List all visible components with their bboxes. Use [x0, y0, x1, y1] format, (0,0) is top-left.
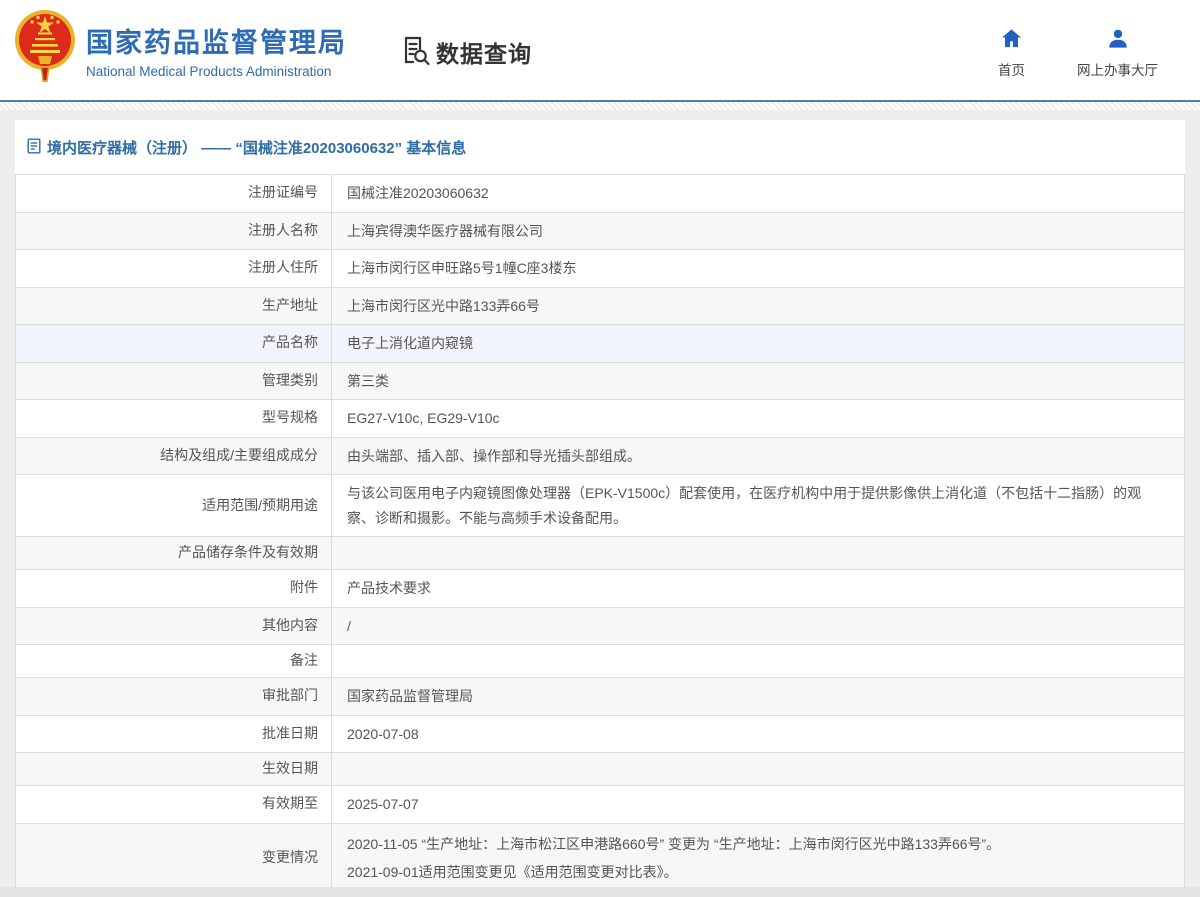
row-label: 注册证编号 [16, 175, 332, 212]
row-value: 2020-11-05 “生产地址：上海市松江区申港路660号” 变更为 “生产地… [332, 824, 1184, 892]
row-value: 与该公司医用电子内窥镜图像处理器（EPK-V1500c）配套使用，在医疗机构中用… [332, 475, 1184, 536]
row-label: 有效期至 [16, 786, 332, 823]
table-row: 产品储存条件及有效期 [16, 537, 1184, 570]
agency-title-block: 国家药品监督管理局 National Medical Products Admi… [86, 21, 347, 79]
row-value: 第三类 [332, 363, 1184, 400]
home-icon [1000, 28, 1023, 52]
row-value: 2020-07-08 [332, 716, 1184, 753]
row-value: 国家药品监督管理局 [332, 678, 1184, 715]
change-record-line: 2020-11-05 “生产地址：上海市松江区申港路660号” 变更为 “生产地… [347, 830, 1000, 858]
row-label: 变更情况 [16, 824, 332, 892]
table-row: 有效期至 2025-07-07 [16, 786, 1184, 824]
document-search-icon [399, 34, 431, 71]
nav-item-home[interactable]: 首页 [998, 28, 1025, 79]
detail-card: 境内医疗器械（注册） —— “国械注准20203060632” 基本信息 注册证… [15, 120, 1185, 897]
table-row: 管理类别 第三类 [16, 363, 1184, 401]
agency-name-zh: 国家药品监督管理局 [86, 21, 347, 60]
row-value [332, 645, 1184, 677]
main-content: 境内医疗器械（注册） —— “国械注准20203060632” 基本信息 注册证… [0, 110, 1200, 897]
row-label: 生产地址 [16, 288, 332, 325]
row-label: 审批部门 [16, 678, 332, 715]
row-label: 产品名称 [16, 325, 332, 362]
china-national-emblem-icon [14, 4, 76, 97]
table-row: 其他内容 / [16, 608, 1184, 646]
table-row: 适用范围/预期用途 与该公司医用电子内窥镜图像处理器（EPK-V1500c）配套… [16, 475, 1184, 537]
table-row: 注册证编号 国械注准20203060632 [16, 175, 1184, 213]
row-label: 型号规格 [16, 400, 332, 437]
registration-detail-table: 注册证编号 国械注准20203060632 注册人名称 上海宾得澳华医疗器械有限… [15, 174, 1185, 897]
row-label: 备注 [16, 645, 332, 677]
row-label: 适用范围/预期用途 [16, 475, 332, 536]
table-row: 结构及组成/主要组成成分 由头端部、插入部、操作部和导光插头部组成。 [16, 438, 1184, 476]
portal-title: 数据查询 [436, 35, 532, 69]
header-nav: 首页 网上办事大厅 [998, 28, 1158, 79]
document-icon [27, 138, 41, 158]
footer-strip [0, 887, 1200, 897]
row-value: 上海宾得澳华医疗器械有限公司 [332, 213, 1184, 250]
table-row: 生产地址 上海市闵行区光中路133弄66号 [16, 288, 1184, 326]
nav-service-hall-label: 网上办事大厅 [1077, 59, 1158, 79]
user-icon [1107, 28, 1129, 52]
agency-name-en: National Medical Products Administration [86, 64, 347, 79]
row-value [332, 753, 1184, 785]
row-label: 产品储存条件及有效期 [16, 537, 332, 569]
row-label: 注册人住所 [16, 250, 332, 287]
row-label: 其他内容 [16, 608, 332, 645]
data-query-link[interactable]: 数据查询 [399, 34, 532, 71]
table-row: 审批部门 国家药品监督管理局 [16, 678, 1184, 716]
row-value: 上海市闵行区申旺路5号1幢C座3楼东 [332, 250, 1184, 287]
agency-logo-link[interactable]: 国家药品监督管理局 National Medical Products Admi… [14, 4, 347, 97]
header-hatch-strip [0, 102, 1200, 110]
table-row: 变更情况 2020-11-05 “生产地址：上海市松江区申港路660号” 变更为… [16, 824, 1184, 893]
row-label: 批准日期 [16, 716, 332, 753]
change-record-line: 2021-09-01适用范围变更见《适用范围变更对比表》。 [347, 858, 1000, 886]
row-label: 结构及组成/主要组成成分 [16, 438, 332, 475]
table-row: 生效日期 [16, 753, 1184, 786]
row-value: 2025-07-07 [332, 786, 1184, 823]
row-value: 国械注准20203060632 [332, 175, 1184, 212]
site-header: 国家药品监督管理局 National Medical Products Admi… [0, 0, 1200, 100]
row-label: 管理类别 [16, 363, 332, 400]
table-row: 批准日期 2020-07-08 [16, 716, 1184, 754]
nav-home-label: 首页 [998, 59, 1025, 79]
table-row: 型号规格 EG27-V10c, EG29-V10c [16, 400, 1184, 438]
table-row: 注册人名称 上海宾得澳华医疗器械有限公司 [16, 213, 1184, 251]
row-label: 生效日期 [16, 753, 332, 785]
row-value: 产品技术要求 [332, 570, 1184, 607]
page-title-text: 境内医疗器械（注册） —— “国械注准20203060632” 基本信息 [47, 137, 466, 158]
row-value [332, 537, 1184, 569]
table-row: 备注 [16, 645, 1184, 678]
page-title: 境内医疗器械（注册） —— “国械注准20203060632” 基本信息 [15, 120, 1185, 174]
row-label: 注册人名称 [16, 213, 332, 250]
table-row: 产品名称 电子上消化道内窥镜 [16, 325, 1184, 363]
row-value: 由头端部、插入部、操作部和导光插头部组成。 [332, 438, 1184, 475]
row-value: 上海市闵行区光中路133弄66号 [332, 288, 1184, 325]
row-value: EG27-V10c, EG29-V10c [332, 400, 1184, 437]
nav-item-service-hall[interactable]: 网上办事大厅 [1077, 28, 1158, 79]
row-value: / [332, 608, 1184, 645]
row-label: 附件 [16, 570, 332, 607]
table-row: 注册人住所 上海市闵行区申旺路5号1幢C座3楼东 [16, 250, 1184, 288]
row-value: 电子上消化道内窥镜 [332, 325, 1184, 362]
table-row: 附件 产品技术要求 [16, 570, 1184, 608]
